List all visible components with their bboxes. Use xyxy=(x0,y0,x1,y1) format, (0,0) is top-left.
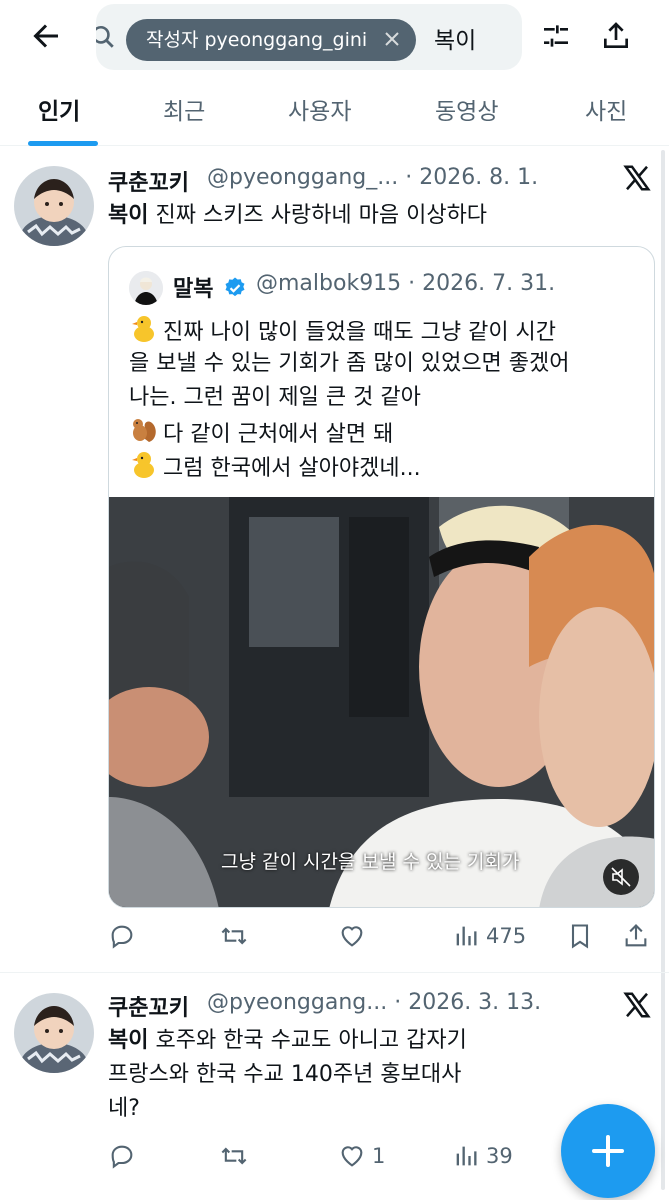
quoted-avatar[interactable] xyxy=(129,271,163,305)
bookmark-button[interactable] xyxy=(566,918,594,954)
search-tabs: 인기 최근 사용자 동영상 사진 xyxy=(0,78,669,146)
share-button[interactable] xyxy=(622,918,650,954)
views-icon xyxy=(456,926,477,946)
compose-button[interactable] xyxy=(561,1104,655,1198)
chipmunk-emoji-icon xyxy=(133,419,156,442)
quoted-text-line: 나는. 그런 꿈이 제일 큰 것 같아 xyxy=(129,385,421,410)
quoted-text-line: 그럼 한국에서 살아야겠네... xyxy=(129,449,421,486)
like-icon xyxy=(341,1146,363,1167)
verified-icon xyxy=(225,277,245,297)
search-box[interactable]: 작성자 pyeonggang_gini 복이 xyxy=(96,4,522,70)
retweet-icon xyxy=(221,927,247,945)
retweet-icon xyxy=(221,1147,247,1165)
views-icon xyxy=(456,1146,477,1166)
remove-chip-icon[interactable] xyxy=(382,29,402,49)
reply-button[interactable] xyxy=(108,918,142,954)
quoted-text-line: 진짜 나이 많이 들었을 때도 그냥 같이 시간 xyxy=(129,313,556,350)
tab-photos[interactable]: 사진 xyxy=(585,92,627,126)
quoted-text-line: 다 같이 근처에서 살면 돼 xyxy=(129,415,393,452)
like-button[interactable] xyxy=(338,918,372,954)
search-query[interactable]: 복이 xyxy=(434,21,476,55)
quoted-display-name[interactable]: 말복 xyxy=(173,271,213,303)
avatar[interactable] xyxy=(14,993,94,1073)
retweet-button[interactable] xyxy=(220,1138,254,1174)
quoted-tweet[interactable]: 말복 @malbok915 · 2026. 7. 31. 진짜 나이 많이 들었… xyxy=(108,246,655,908)
retweet-button[interactable] xyxy=(220,918,254,954)
avatar[interactable] xyxy=(14,166,94,246)
tab-videos[interactable]: 동영상 xyxy=(435,92,498,126)
back-arrow-icon[interactable] xyxy=(28,18,64,54)
share-icon[interactable] xyxy=(600,20,632,52)
chick-emoji-icon xyxy=(132,452,154,478)
filter-icon[interactable] xyxy=(540,20,572,52)
display-name[interactable]: 쿠춘꼬키 xyxy=(108,165,189,197)
x-logo-icon[interactable] xyxy=(622,163,652,193)
tweet-text-rest: 진짜 스키즈 사랑하네 마음 이상하다 xyxy=(148,203,488,228)
search-highlight: 복이 xyxy=(108,1028,149,1053)
top-bar: 작성자 pyeonggang_gini 복이 xyxy=(0,0,669,76)
handle-and-date[interactable]: @pyeonggang... · 2026. 3. 13. xyxy=(207,990,541,1015)
quoted-text-line: 을 보낼 수 있는 기회가 좀 많이 있었으면 좋겠어 xyxy=(129,351,570,376)
tweet-actions: 475 xyxy=(108,918,658,954)
divider xyxy=(0,972,669,973)
scrollbar[interactable] xyxy=(661,150,665,1190)
mute-icon[interactable] xyxy=(603,859,639,895)
display-name[interactable]: 쿠춘꼬키 xyxy=(108,990,189,1022)
views-button[interactable]: 39 xyxy=(452,1138,513,1174)
compose-plus-icon xyxy=(592,1135,624,1167)
share-icon xyxy=(625,924,647,947)
handle-and-date[interactable]: @pyeonggang_... · 2026. 8. 1. xyxy=(207,165,538,190)
tweet-text-line: 프랑스와 한국 수교 140주년 홍보대사 xyxy=(108,1062,462,1087)
reply-icon xyxy=(111,1145,133,1169)
reply-icon xyxy=(111,925,133,949)
like-button[interactable]: 1 xyxy=(338,1138,385,1174)
tweet-text-line: 네? xyxy=(108,1096,140,1121)
reply-button[interactable] xyxy=(108,1138,142,1174)
search-highlight: 복이 xyxy=(108,203,149,228)
like-icon xyxy=(341,926,363,947)
video-player[interactable]: 그냥 같이 시간을 보낼 수 있는 기회가 xyxy=(109,497,654,907)
author-filter-chip[interactable]: 작성자 pyeonggang_gini xyxy=(126,19,416,61)
chick-emoji-icon xyxy=(132,316,154,342)
tweet-text: 복이 진짜 스키즈 사랑하네 마음 이상하다 xyxy=(108,199,487,233)
author-filter-label: 작성자 pyeonggang_gini xyxy=(146,29,368,51)
tab-top[interactable]: 인기 xyxy=(38,92,80,126)
x-logo-icon[interactable] xyxy=(622,990,652,1020)
tab-latest[interactable]: 최근 xyxy=(163,92,205,126)
search-icon xyxy=(96,25,114,48)
active-tab-indicator xyxy=(28,141,98,146)
bookmark-icon xyxy=(571,924,589,949)
views-button[interactable]: 475 xyxy=(452,918,526,954)
tab-people[interactable]: 사용자 xyxy=(288,92,351,126)
quoted-handle-and-date[interactable]: @malbok915 · 2026. 7. 31. xyxy=(256,271,555,296)
tweet-text-line: 복이 호주와 한국 수교도 아니고 갑자기 xyxy=(108,1028,467,1053)
video-caption: 그냥 같이 시간을 보낼 수 있는 기회가 xyxy=(221,851,520,873)
